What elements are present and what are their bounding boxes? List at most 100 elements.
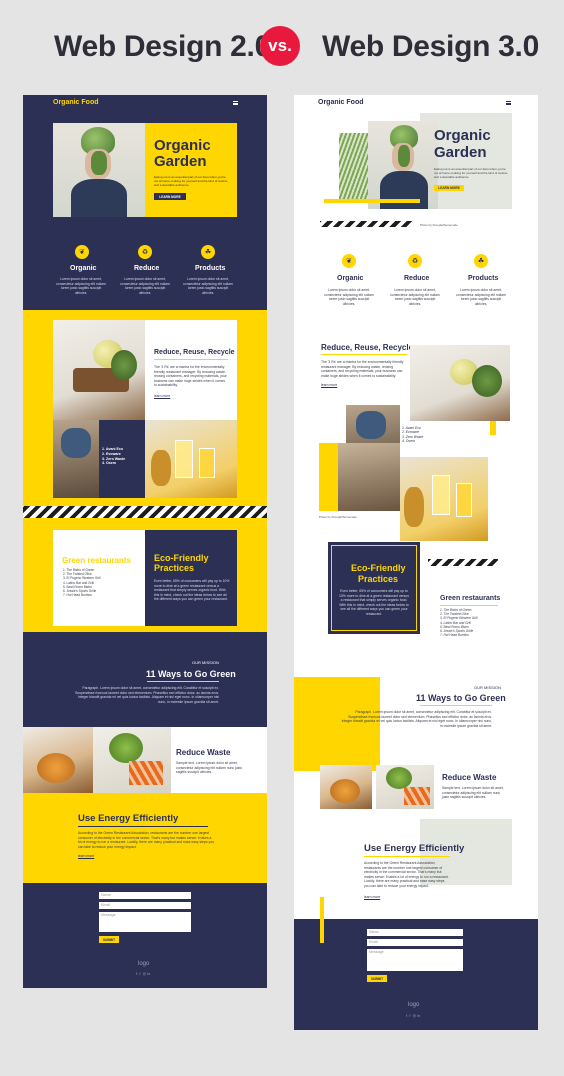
right-energy-text: According to the Green Restaurant Associ… — [364, 861, 449, 888]
glass — [175, 440, 193, 478]
right-stripe-1 — [320, 221, 412, 227]
right-feature-title: Organic — [337, 275, 364, 282]
carrots — [129, 761, 163, 785]
right-form-submit[interactable]: SUBMIT — [367, 975, 387, 982]
left-list: 1. Avani Eco 2. Evoware 3. Zero Waste 4.… — [102, 447, 144, 466]
left-mission-label: OUR MISSION — [192, 660, 219, 665]
right-form-message[interactable]: Message — [367, 949, 463, 971]
bowl — [37, 753, 75, 783]
left-energy-underline — [78, 826, 208, 828]
right-hero-title-1: Organic — [434, 127, 491, 144]
left-eco-card — [145, 530, 237, 626]
leaf-over-face — [91, 151, 107, 175]
left-mission-section — [23, 632, 267, 727]
left-green-list-item: 7. Hot Head Burritos — [63, 593, 92, 598]
left-stripe-divider — [23, 506, 267, 518]
right-palm-photo — [339, 133, 371, 199]
left-waste-photo-1 — [23, 727, 93, 793]
right-green-underline — [440, 605, 498, 607]
left-waste-photo-2 — [93, 727, 171, 793]
left-energy-link[interactable]: learn more — [78, 854, 94, 858]
left-leaf-icon: ❦ — [75, 245, 89, 259]
left-form-name-placeholder: Name — [101, 893, 111, 897]
right-leaf-icon: ❦ — [342, 254, 356, 268]
right-form-name[interactable]: Name — [367, 929, 463, 936]
pineapple — [151, 450, 171, 486]
right-waste-photo-1 — [320, 765, 372, 809]
right-photo-credit-2: Photo by Freepik/Somecode — [319, 515, 357, 519]
right-feature-title: Reduce — [404, 275, 430, 282]
right-energy-link[interactable]: learn more — [364, 895, 380, 899]
pineapple — [404, 487, 424, 527]
left-feature-text: Lorem ipsum dolor sit amet, consectetur … — [120, 277, 170, 295]
left-logo[interactable]: Organic Food — [53, 99, 99, 106]
left-eco-text: Even better, 65% of consumers will pay u… — [154, 579, 230, 602]
right-form-email-placeholder: Email — [369, 940, 378, 944]
left-form-email-placeholder: Email — [101, 903, 110, 907]
left-hero-button[interactable]: LEARN MORE — [154, 193, 186, 200]
right-eco-text: Even better, 65% of consumers will pay u… — [339, 589, 409, 616]
right-reduce-text: The '3 Rs' are a mantra for the environm… — [321, 360, 404, 378]
right-list: 1. Avani Eco 2. Evoware 3. Zero Waste 4.… — [402, 426, 438, 444]
left-mission-text: Paragraph. Lorem ipsum dolor sit amet, c… — [75, 686, 219, 704]
left-reduce-underline — [154, 359, 228, 361]
left-waste-card — [171, 727, 267, 793]
left-hero-text: Eating out is an essential part of our l… — [154, 175, 228, 187]
leaves — [111, 350, 137, 380]
right-social-icons[interactable]: f ✓ ◎ in — [406, 1013, 420, 1018]
left-form-submit[interactable]: SUBMIT — [99, 936, 119, 943]
left-footer-logo: logo — [138, 961, 150, 967]
left-hamburger-icon[interactable] — [233, 101, 238, 105]
left-list-item: 4. Osem — [102, 461, 116, 466]
right-eco-title-1: Eco-Friendly — [351, 563, 406, 573]
left-hero-title-2: Garden — [154, 153, 207, 170]
left-form-email[interactable]: Email — [99, 902, 191, 909]
left-green-title: Green restaurants — [62, 556, 131, 565]
left-mission-title: 11 Ways to Go Green — [146, 669, 236, 679]
right-waste-text: Sample text. Lorem ipsum dolor sit amet,… — [442, 786, 504, 800]
chef-shirt — [61, 428, 91, 458]
right-form-email[interactable]: Email — [367, 939, 463, 946]
left-reduce-title: Reduce, Reuse, Recycle — [154, 349, 235, 356]
right-hero-title-2: Garden — [434, 144, 487, 161]
right-hamburger-icon[interactable] — [506, 101, 511, 105]
left-social-icons[interactable]: f ✓ ◎ in — [136, 971, 150, 976]
left-form-name[interactable]: Name — [99, 892, 191, 899]
right-apple-photo — [410, 345, 510, 421]
right-list-item: 4. Osem — [402, 439, 415, 444]
left-feature-text: Lorem ipsum dolor sit amet, consectetur … — [183, 277, 233, 295]
chef-shirt — [356, 411, 386, 439]
right-reduce-link[interactable]: learn more — [321, 383, 337, 387]
right-mission-text: Paragraph. Lorem ipsum dolor sit amet, c… — [341, 710, 492, 728]
shirt — [380, 171, 428, 209]
right-stripe-2 — [428, 559, 498, 566]
left-feature-title: Products — [195, 265, 226, 272]
shirt — [71, 179, 127, 217]
left-feature-title: Reduce — [134, 265, 160, 272]
right-photo-credit: Photo by Freepik/Somecode — [420, 223, 458, 227]
left-reduce-text: The '3 Rs' are a mantra for the environm… — [154, 365, 227, 388]
right-mission-label: OUR MISSION — [474, 685, 501, 690]
vs-badge: vs. — [260, 26, 300, 66]
left-form-message[interactable]: Message — [99, 912, 191, 932]
right-hero-text: Eating out is an essential part of our l… — [434, 167, 508, 179]
left-energy-title: Use Energy Efficiently — [78, 813, 179, 824]
left-juice-photo — [145, 420, 237, 498]
right-eco-title-2: Practices — [358, 574, 399, 584]
right-eco-card-border — [331, 545, 417, 631]
left-green-list: 1. The Bistro of Green 2. The Twisted Ol… — [63, 568, 137, 597]
right-hero-button[interactable]: LEARN MORE — [434, 185, 464, 191]
right-yellow-bar — [324, 199, 420, 203]
glass — [456, 483, 472, 517]
right-mockup: Organic Food Organic Garden Eating out i… — [294, 95, 538, 1030]
right-logo[interactable]: Organic Food — [318, 99, 364, 106]
right-green-list-item: 7. Hot Head Burritos — [440, 633, 469, 638]
right-feature-text: Lorem ipsum dolor sit amet, consectetur … — [456, 288, 506, 306]
right-waste-title: Reduce Waste — [442, 773, 497, 782]
left-apple-photo — [53, 320, 145, 420]
left-reduce-link[interactable]: learn more — [154, 394, 170, 398]
bowl — [330, 779, 360, 803]
glass — [432, 475, 450, 515]
carrots — [404, 787, 430, 805]
left-chef-photo — [53, 420, 99, 498]
